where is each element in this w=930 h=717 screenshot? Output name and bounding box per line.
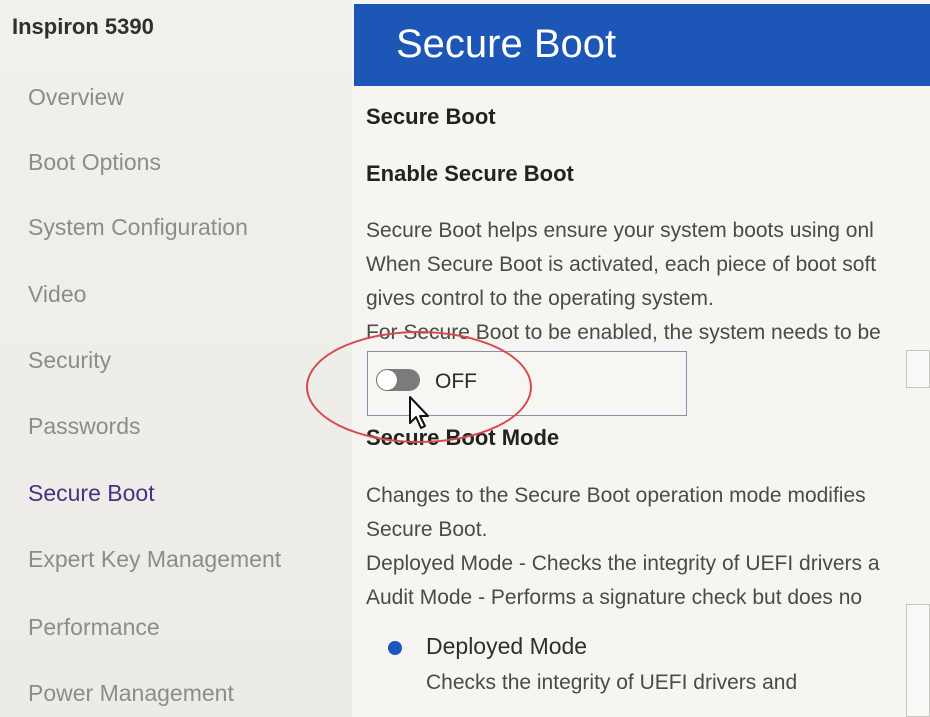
sidebar-item-overview[interactable]: Overview — [28, 84, 124, 111]
mouse-pointer-icon — [409, 396, 429, 429]
section-title: Secure Boot — [366, 104, 496, 129]
deployed-mode-radio-label[interactable]: Deployed Mode — [426, 633, 587, 660]
sidebar-item-video[interactable]: Video — [28, 281, 86, 308]
sidebar-item-boot-options[interactable]: Boot Options — [28, 149, 161, 176]
description-line: Secure Boot helps ensure your system boo… — [366, 219, 874, 242]
sidebar-item-passwords[interactable]: Passwords — [28, 413, 140, 440]
device-title: Inspiron 5390 — [12, 14, 154, 39]
sidebar-item-security[interactable]: Security — [28, 347, 111, 374]
scroll-indicator[interactable] — [906, 604, 930, 717]
radio-selected-icon[interactable] — [388, 641, 402, 655]
enable-secure-boot-title: Enable Secure Boot — [366, 161, 574, 186]
description-line: gives control to the operating system. — [366, 287, 714, 310]
sidebar-item-expert-key-management[interactable]: Expert Key Management — [28, 546, 281, 573]
sidebar-item-secure-boot[interactable]: Secure Boot — [28, 480, 155, 507]
description-line: Secure Boot. — [366, 518, 488, 541]
page-header: Secure Boot — [354, 4, 930, 86]
sidebar-item-performance[interactable]: Performance — [28, 614, 160, 641]
page-title: Secure Boot — [396, 22, 617, 66]
enable-secure-boot-description: Secure Boot helps ensure your system boo… — [366, 214, 930, 350]
deployed-mode-description: Checks the integrity of UEFI drivers and — [426, 671, 798, 694]
sidebar-item-power-management[interactable]: Power Management — [28, 680, 234, 707]
sidebar-item-system-configuration[interactable]: System Configuration — [28, 214, 248, 241]
description-line: When Secure Boot is activated, each piec… — [366, 253, 877, 276]
sidebar: Inspiron 5390 Overview Boot Options Syst… — [0, 0, 352, 717]
description-line: Audit Mode - Performs a signature check … — [366, 586, 863, 609]
description-line: Deployed Mode - Checks the integrity of … — [366, 552, 880, 575]
secure-boot-mode-description: Changes to the Secure Boot operation mod… — [366, 479, 930, 615]
description-line: Changes to the Secure Boot operation mod… — [366, 484, 866, 507]
scroll-indicator[interactable] — [906, 350, 930, 388]
